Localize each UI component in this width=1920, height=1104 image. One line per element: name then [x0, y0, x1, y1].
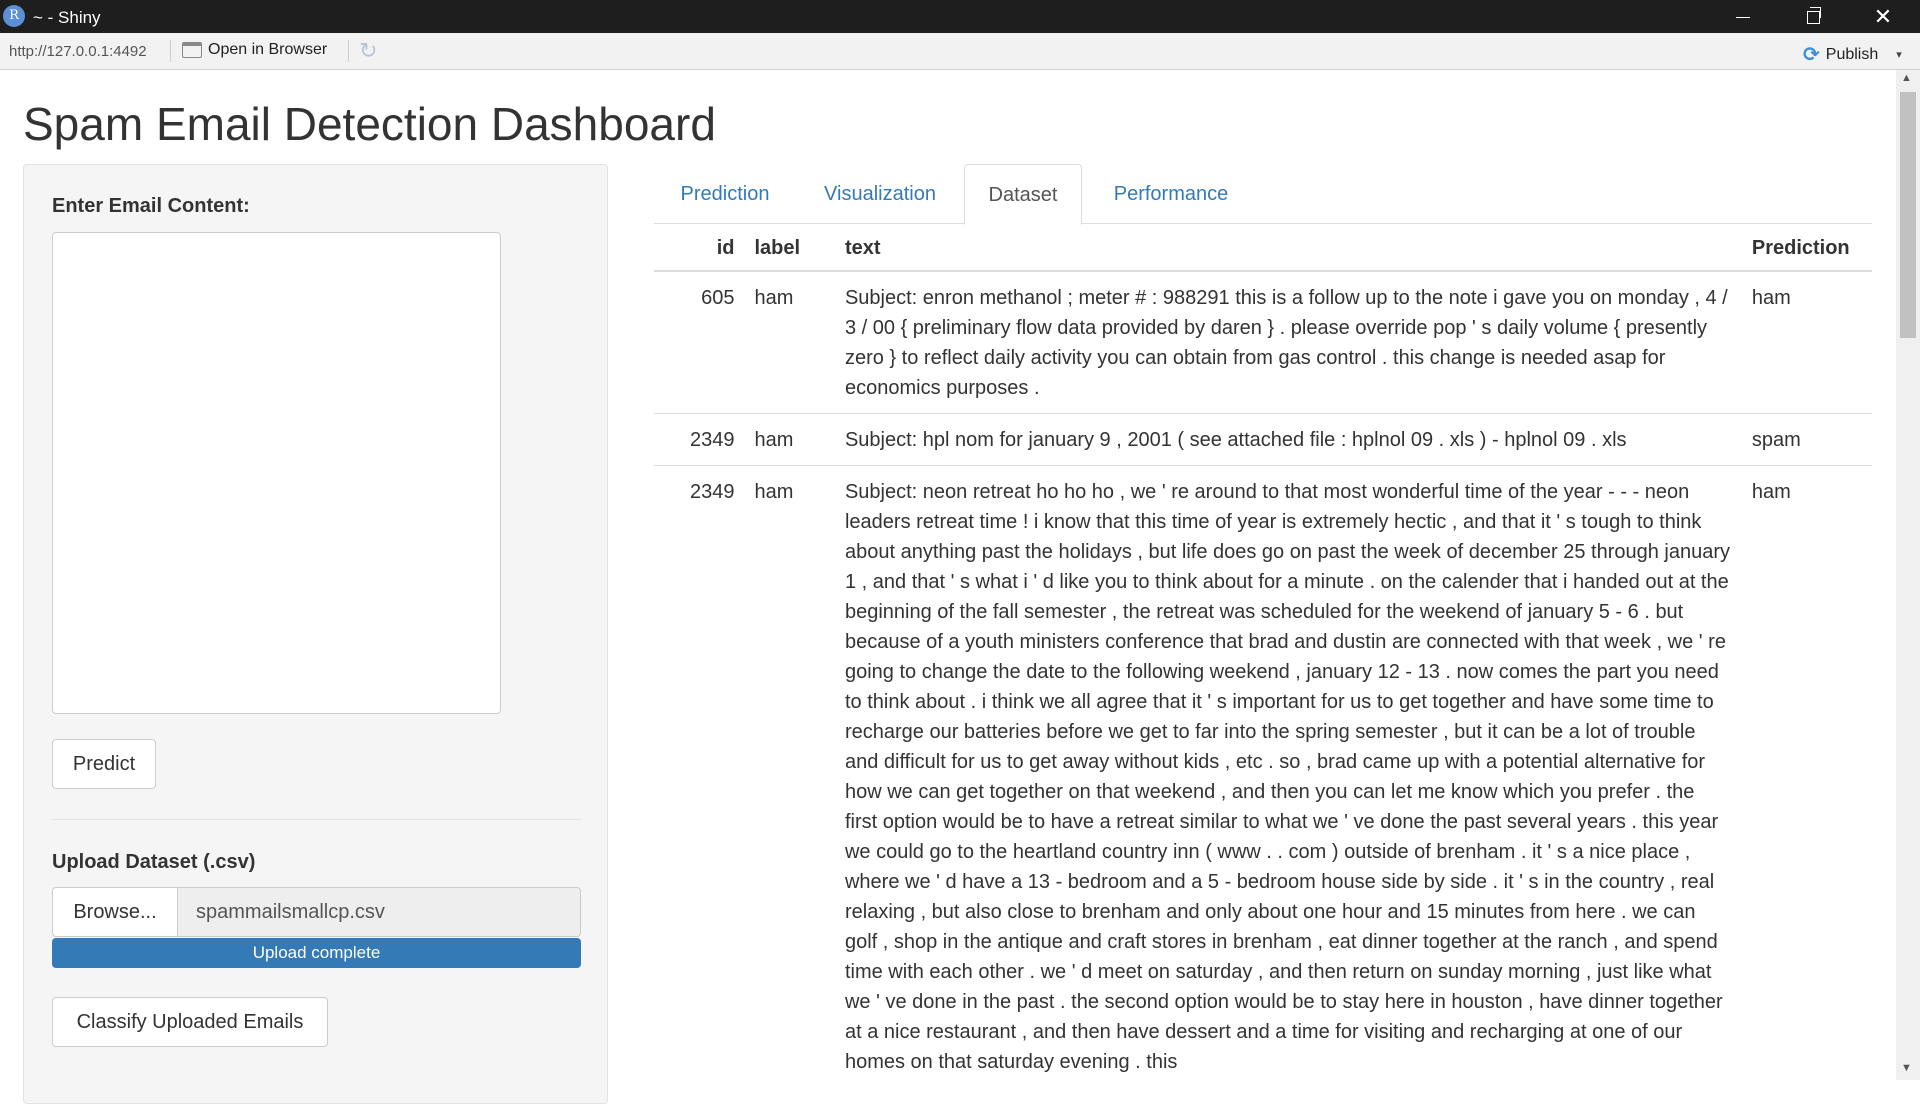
cell-label: ham — [744, 465, 835, 1087]
minimize-icon — [1736, 16, 1750, 18]
cell-prediction: ham — [1741, 465, 1872, 1087]
page-title: Spam Email Detection Dashboard — [23, 98, 716, 150]
scrollbar-thumb[interactable] — [1900, 92, 1916, 338]
column-header-prediction[interactable]: Prediction — [1741, 224, 1872, 272]
file-name-field[interactable]: spammailsmallcp.csv — [178, 887, 581, 937]
refresh-icon[interactable]: ↻ — [359, 38, 377, 64]
column-header-label[interactable]: label — [744, 224, 835, 272]
cell-text: Subject: hpl nom for january 9 , 2001 ( … — [834, 413, 1742, 466]
upload-progress-bar: Upload complete — [52, 938, 581, 968]
table-header-row: id label text Prediction — [654, 224, 1872, 272]
browser-window-icon — [182, 42, 202, 58]
sidebar-panel: Enter Email Content: Predict Upload Data… — [23, 164, 608, 1104]
column-header-text[interactable]: text — [834, 224, 1742, 272]
open-in-browser-label: Open in Browser — [208, 41, 328, 58]
maximize-icon — [1806, 6, 1821, 24]
cell-text: Subject: enron methanol ; meter # : 9882… — [834, 270, 1742, 414]
window-titlebar: R ~ - Shiny ✕ — [0, 0, 1920, 33]
column-header-id[interactable]: id — [654, 224, 745, 272]
minimize-button[interactable] — [1708, 0, 1778, 33]
url-text[interactable]: http://127.0.0.1:4492 — [9, 43, 147, 60]
main-tabs: Prediction Visualization Dataset Perform… — [654, 164, 1872, 225]
viewer-toolbar: http://127.0.0.1:4492 Open in Browser ↻ … — [0, 33, 1920, 70]
publish-label: Publish — [1825, 45, 1879, 63]
vertical-scrollbar[interactable]: ▲ ▼ — [1896, 70, 1920, 1080]
tab-dataset[interactable]: Dataset — [964, 164, 1082, 225]
predict-button[interactable]: Predict — [52, 739, 156, 789]
chevron-down-icon[interactable]: ▾ — [1896, 48, 1902, 61]
tab-performance[interactable]: Performance — [1082, 164, 1260, 224]
sidebar-divider — [52, 819, 581, 820]
publish-icon: ⟳ — [1803, 44, 1820, 66]
toolbar-divider — [170, 40, 171, 62]
dataset-table: id label text Prediction 605 ham Subject… — [654, 224, 1872, 1087]
close-button[interactable]: ✕ — [1848, 0, 1918, 33]
open-in-browser-button[interactable]: Open in Browser — [182, 41, 327, 59]
upload-progress-fill: Upload complete — [52, 938, 581, 968]
tab-prediction[interactable]: Prediction — [654, 164, 796, 224]
table-row: 605 ham Subject: enron methanol ; meter … — [654, 270, 1872, 414]
upload-dataset-label: Upload Dataset (.csv) — [52, 851, 256, 873]
table-row: 2349 ham Subject: hpl nom for january 9 … — [654, 413, 1872, 466]
email-content-label: Enter Email Content: — [52, 195, 250, 217]
table-row: 2349 ham Subject: neon retreat ho ho ho … — [654, 465, 1872, 1087]
scroll-down-arrow-icon[interactable]: ▼ — [1901, 1062, 1912, 1074]
cell-id: 2349 — [654, 465, 745, 1087]
tab-visualization[interactable]: Visualization — [796, 164, 964, 224]
cell-prediction: ham — [1741, 270, 1872, 414]
scroll-up-arrow-icon[interactable]: ▲ — [1901, 72, 1912, 84]
maximize-button[interactable] — [1778, 0, 1848, 33]
cell-label: ham — [744, 413, 835, 466]
toolbar-divider — [348, 40, 349, 62]
cell-id: 605 — [654, 270, 745, 414]
file-upload-input: Browse... spammailsmallcp.csv — [52, 887, 581, 937]
cell-prediction: spam — [1741, 413, 1872, 466]
email-content-textarea[interactable] — [52, 232, 501, 714]
classify-uploaded-emails-button[interactable]: Classify Uploaded Emails — [52, 997, 328, 1047]
cell-text: Subject: neon retreat ho ho ho , we ' re… — [834, 465, 1742, 1087]
publish-button[interactable]: ⟳ Publish ▾ — [1803, 42, 1902, 67]
window-title: ~ - Shiny — [33, 8, 101, 27]
cell-label: ham — [744, 270, 835, 414]
r-logo-icon: R — [3, 5, 25, 27]
close-icon: ✕ — [1873, 4, 1893, 29]
cell-id: 2349 — [654, 413, 745, 466]
browse-button[interactable]: Browse... — [52, 887, 178, 937]
